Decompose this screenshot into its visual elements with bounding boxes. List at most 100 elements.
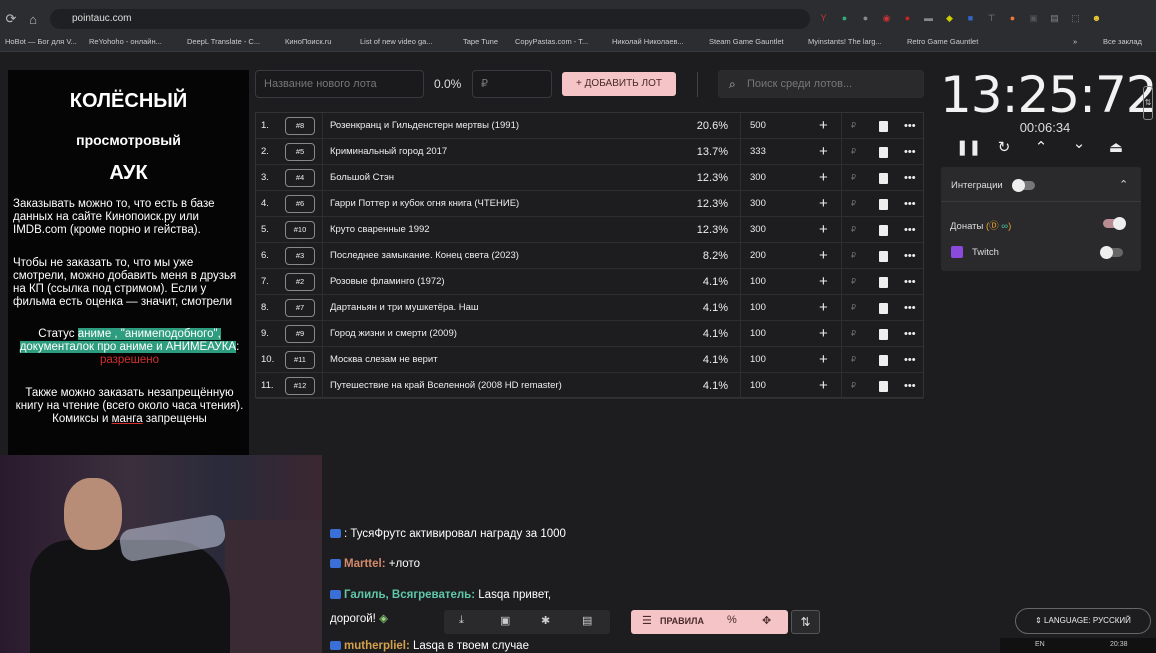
ruble-icon[interactable]: ₽: [851, 295, 856, 321]
extension-icon[interactable]: ☻: [1088, 10, 1105, 27]
trash-icon[interactable]: [879, 199, 888, 210]
donations-toggle[interactable]: [1103, 217, 1126, 230]
save-icon[interactable]: ▣: [500, 614, 510, 627]
more-icon[interactable]: •••: [904, 295, 916, 321]
bookmark-item[interactable]: Retro Game Gauntlet: [907, 37, 978, 46]
lot-amount[interactable]: 100: [750, 347, 790, 373]
lot-row[interactable]: 10. #11 Москва слезам не верит 4.1% 100 + ₽ •••: [256, 347, 923, 373]
more-icon[interactable]: •••: [904, 321, 916, 347]
extension-icon[interactable]: ▬: [920, 10, 937, 27]
percent-icon[interactable]: %: [727, 614, 737, 626]
rules-button[interactable]: ПРАВИЛА: [660, 616, 704, 626]
ruble-icon[interactable]: ₽: [851, 321, 856, 347]
lot-id-badge[interactable]: #5: [285, 143, 315, 161]
lot-id-badge[interactable]: #6: [285, 195, 315, 213]
lot-id-badge[interactable]: #8: [285, 117, 315, 135]
lot-amount[interactable]: 100: [750, 269, 790, 295]
plus-icon[interactable]: +: [819, 139, 828, 165]
extension-icon[interactable]: ◆: [941, 10, 958, 27]
more-icon[interactable]: •••: [904, 373, 916, 399]
lot-row[interactable]: 9. #9 Город жизни и смерти (2009) 4.1% 100 + ₽…: [256, 321, 923, 347]
home-icon[interactable]: ⌂: [22, 12, 44, 27]
lot-amount[interactable]: 100: [750, 295, 790, 321]
chevron-down-icon[interactable]: ⌄: [1069, 134, 1089, 152]
ruble-icon[interactable]: ₽: [851, 191, 856, 217]
lot-id-badge[interactable]: #11: [285, 351, 315, 369]
trash-icon[interactable]: [879, 251, 888, 262]
ruble-icon[interactable]: ₽: [851, 139, 856, 165]
lot-name[interactable]: Путешествие на край Вселенной (2008 HD r…: [330, 373, 670, 399]
plus-icon[interactable]: +: [819, 191, 828, 217]
lot-name[interactable]: Москва слезам не верит: [330, 347, 670, 373]
lot-amount[interactable]: 500: [750, 113, 790, 139]
lot-id-badge[interactable]: #4: [285, 169, 315, 187]
new-lot-input[interactable]: Название нового лота: [255, 70, 424, 98]
extension-icon[interactable]: Y: [815, 10, 832, 27]
more-icon[interactable]: •••: [904, 243, 916, 269]
url-field[interactable]: pointauc.com: [50, 9, 810, 29]
more-icon[interactable]: •••: [904, 165, 916, 191]
lot-row[interactable]: 5. #10 Круто сваренные 1992 12.3% 300 + ₽ •••: [256, 217, 923, 243]
more-icon[interactable]: •••: [904, 347, 916, 373]
lot-amount[interactable]: 200: [750, 243, 790, 269]
lot-name[interactable]: Дартаньян и три мушкетёра. Наш: [330, 295, 670, 321]
lot-amount[interactable]: 100: [750, 373, 790, 399]
extension-icon[interactable]: ●: [836, 10, 853, 27]
lot-name[interactable]: Город жизни и смерти (2009): [330, 321, 670, 347]
chevron-up-icon[interactable]: ⌃: [1031, 138, 1051, 156]
lot-amount[interactable]: 333: [750, 139, 790, 165]
lot-name[interactable]: Круто сваренные 1992: [330, 217, 670, 243]
extension-icon[interactable]: ●: [1004, 10, 1021, 27]
plus-icon[interactable]: +: [819, 243, 828, 269]
trash-icon[interactable]: [879, 303, 888, 314]
pause-icon[interactable]: ❚❚: [956, 138, 981, 156]
lot-name[interactable]: Криминальный город 2017: [330, 139, 670, 165]
lot-name[interactable]: Розовые фламинго (1972): [330, 269, 670, 295]
bookmark-item[interactable]: List of new video ga...: [360, 37, 433, 46]
lot-amount[interactable]: 300: [750, 191, 790, 217]
search-input[interactable]: ⌕ Поиск среди лотов...: [718, 70, 924, 98]
lot-id-badge[interactable]: #10: [285, 221, 315, 239]
plus-icon[interactable]: +: [819, 113, 828, 139]
more-icon[interactable]: •••: [904, 139, 916, 165]
language-button[interactable]: ⇕ LANGUAGE: РУССКИЙ: [1015, 608, 1151, 634]
lot-row[interactable]: 11. #12 Путешествие на край Вселенной (200…: [256, 373, 923, 399]
lot-id-badge[interactable]: #9: [285, 325, 315, 343]
bookmark-item[interactable]: КиноПоиск.ru: [285, 37, 331, 46]
lot-row[interactable]: 7. #2 Розовые фламинго (1972) 4.1% 100 + ₽ •••: [256, 269, 923, 295]
bookmark-item[interactable]: ReYohoho - онлайн...: [89, 37, 162, 46]
reset-icon[interactable]: ↻: [994, 138, 1014, 156]
lot-row[interactable]: 2. #5 Криминальный город 2017 13.7% 333 + ₽ •••: [256, 139, 923, 165]
lot-id-badge[interactable]: #2: [285, 273, 315, 291]
extension-icon[interactable]: ⊤: [983, 10, 1000, 27]
chevron-up-icon[interactable]: ⌃: [1119, 178, 1128, 191]
bookmark-item[interactable]: Myinstants! The larg...: [808, 37, 882, 46]
trash-icon[interactable]: [879, 329, 888, 340]
extension-icon[interactable]: ▣: [1025, 10, 1042, 27]
plus-icon[interactable]: +: [819, 321, 828, 347]
plus-icon[interactable]: +: [819, 269, 828, 295]
ruble-icon[interactable]: ₽: [851, 113, 856, 139]
more-icon[interactable]: •••: [904, 191, 916, 217]
more-icon[interactable]: •••: [904, 113, 916, 139]
bug-icon[interactable]: ✱: [541, 614, 550, 627]
bookmark-item[interactable]: DeepL Translate - С...: [187, 37, 260, 46]
lot-name[interactable]: Гарри Поттер и кубок огня книга (ЧТЕНИЕ): [330, 191, 670, 217]
trash-icon[interactable]: [879, 277, 888, 288]
lot-amount[interactable]: 100: [750, 321, 790, 347]
lot-amount[interactable]: 300: [750, 165, 790, 191]
lot-id-badge[interactable]: #7: [285, 299, 315, 317]
plus-icon[interactable]: +: [819, 165, 828, 191]
trash-icon[interactable]: [879, 355, 888, 366]
ruble-icon[interactable]: ₽: [851, 373, 856, 399]
bookmark-item[interactable]: Steam Game Gauntlet: [709, 37, 784, 46]
move-icon[interactable]: ✥: [762, 614, 771, 627]
bookmark-item[interactable]: Tape Tune: [463, 37, 498, 46]
plus-icon[interactable]: +: [819, 295, 828, 321]
bookmark-item[interactable]: CopyPastas.com - T...: [515, 37, 588, 46]
extension-icon[interactable]: ▤: [1046, 10, 1063, 27]
lot-id-badge[interactable]: #3: [285, 247, 315, 265]
plus-icon[interactable]: +: [819, 373, 828, 399]
reload-icon[interactable]: ⟳: [0, 11, 22, 27]
lot-amount[interactable]: 300: [750, 217, 790, 243]
